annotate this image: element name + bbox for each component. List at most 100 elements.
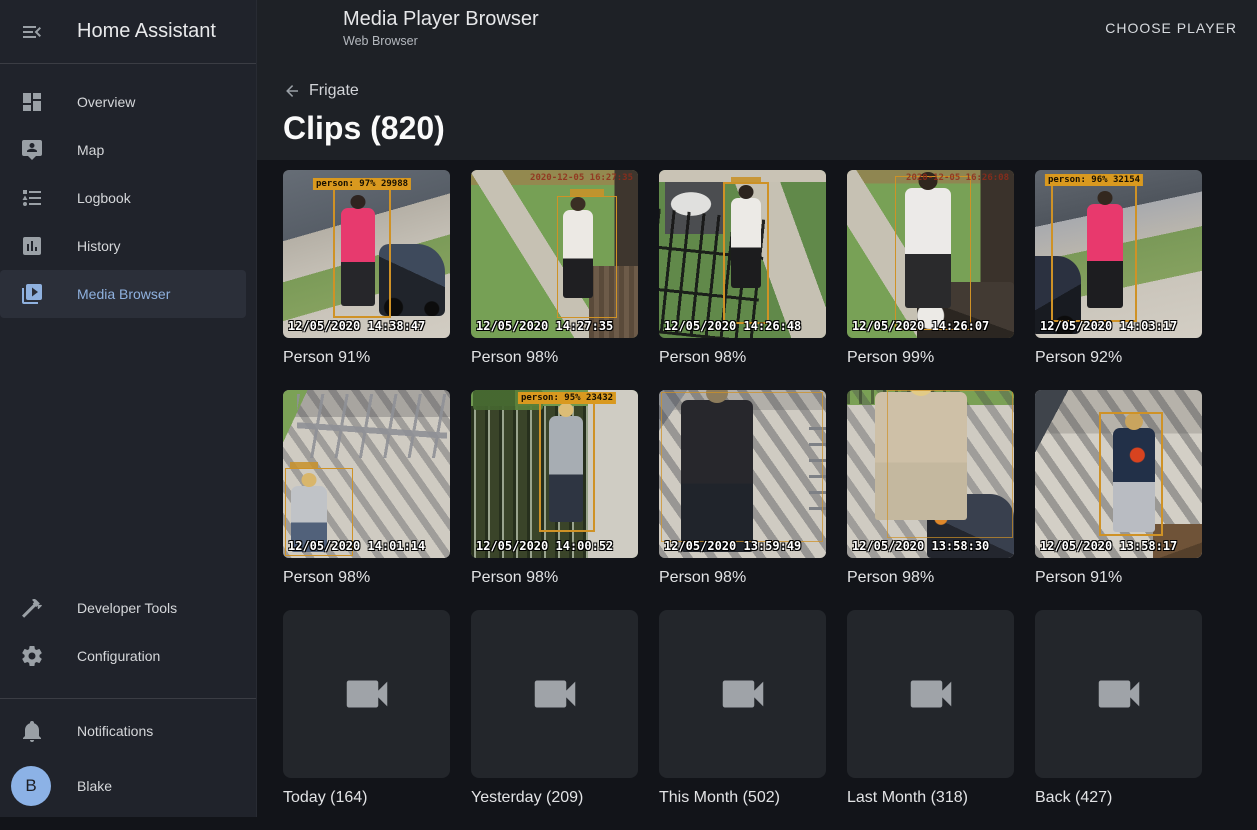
folder-tile — [847, 610, 1014, 778]
folder-card-today[interactable]: Today (164) — [283, 610, 450, 808]
clip-timestamp: 12/05/2020 13:58:17 — [1040, 539, 1177, 553]
video-icon — [716, 667, 770, 721]
sidebar-item-notifications[interactable]: Notifications — [0, 707, 256, 755]
sidebar-item-configuration[interactable]: Configuration — [0, 632, 256, 680]
sidebar-item-label: Logbook — [77, 190, 131, 206]
detection-box — [895, 176, 971, 330]
sidebar-item-map[interactable]: Map — [0, 126, 256, 174]
clip-timestamp: 12/05/2020 14:00:52 — [476, 539, 613, 553]
clip-card[interactable]: person: 96% 32154 12/05/2020 14:03:17 Pe… — [1035, 170, 1202, 368]
clip-card[interactable]: 2020-12-05 16:26:08 12/05/2020 14:26:07 … — [847, 170, 1014, 368]
clip-timestamp: 12/05/2020 13:59:49 — [664, 539, 801, 553]
camera-snapshot: 12/05/2020 13:58:17 — [1035, 390, 1202, 558]
bell-icon — [20, 719, 44, 743]
folder-card-back[interactable]: Back (427) — [1035, 610, 1202, 808]
detection-box — [1099, 412, 1163, 536]
clip-thumbnail: 2020-12-05 16:26:08 12/05/2020 14:26:07 — [847, 170, 1014, 338]
view-title: Media Player Browser — [343, 8, 539, 31]
detection-label: person: 97% 29988 — [313, 178, 411, 190]
clip-card[interactable]: 12/05/2020 14:01:14 Person 98% — [283, 390, 450, 588]
camera-snapshot: person: 95% 23432 12/05/2020 14:00:52 — [471, 390, 638, 558]
view-subtitle: Web Browser — [343, 34, 539, 48]
detection-label: person: 95% 23432 — [518, 392, 616, 404]
camera-snapshot: 2020-12-05 16:26:08 12/05/2020 14:26:07 — [847, 170, 1014, 338]
clip-label: Person 98% — [659, 568, 826, 588]
folders-grid: Today (164) Yesterday (209) This Month (… — [283, 610, 1231, 830]
folder-tile — [1035, 610, 1202, 778]
camera-snapshot: 12/05/2020 13:58:30 — [847, 390, 1014, 558]
clips-content: person: 97% 29988 12/05/2020 14:38:47 Pe… — [257, 160, 1257, 830]
clip-card[interactable]: person: 95% 23432 12/05/2020 14:00:52 Pe… — [471, 390, 638, 588]
corner-timestamp: 2020-12-05 16:27:35 — [530, 173, 633, 183]
avatar: B — [11, 766, 51, 806]
main-content: Media Player Browser Web Browser CHOOSE … — [257, 0, 1257, 817]
page-header-band: Media Player Browser Web Browser CHOOSE … — [257, 0, 1257, 160]
app-title: Home Assistant — [77, 20, 216, 43]
clip-card[interactable]: 12/05/2020 13:58:30 Person 98% — [847, 390, 1014, 588]
clip-thumbnail: 12/05/2020 14:26:48 — [659, 170, 826, 338]
clip-card[interactable]: 12/05/2020 13:58:17 Person 91% — [1035, 390, 1202, 588]
clip-label: Person 99% — [847, 348, 1014, 368]
sidebar-item-label: History — [77, 238, 121, 254]
sidebar-item-label: Developer Tools — [77, 600, 177, 616]
sidebar-item-history[interactable]: History — [0, 222, 256, 270]
folder-label: Back (427) — [1035, 788, 1202, 808]
video-icon — [1092, 667, 1146, 721]
detection-box — [661, 392, 823, 542]
detection-box: person: 96% 32154 — [1051, 184, 1137, 322]
scene-prop — [297, 394, 447, 458]
clip-label: Person 92% — [1035, 348, 1202, 368]
detection-box: person: 97% 29988 — [333, 188, 391, 318]
arrow-left-icon — [283, 82, 301, 100]
sidebar-user[interactable]: B Blake — [0, 755, 256, 817]
clip-thumbnail: 12/05/2020 13:58:30 — [847, 390, 1014, 558]
menu-open-icon[interactable] — [20, 20, 44, 44]
clip-card[interactable]: person: 97% 29988 12/05/2020 14:38:47 Pe… — [283, 170, 450, 368]
clip-card[interactable]: 2020-12-05 16:27:35 12/05/2020 14:27:35 … — [471, 170, 638, 368]
chart-box-icon — [20, 234, 44, 258]
corner-timestamp: 2020-12-05 16:26:08 — [906, 173, 1009, 183]
clip-thumbnail: 2020-12-05 16:27:35 12/05/2020 14:27:35 — [471, 170, 638, 338]
sidebar-item-label: Notifications — [77, 723, 153, 739]
folder-tile — [471, 610, 638, 778]
detection-label: person: 96% 32154 — [1045, 174, 1143, 186]
camera-snapshot: 12/05/2020 14:26:48 — [659, 170, 826, 338]
sidebar-item-logbook[interactable]: Logbook — [0, 174, 256, 222]
clips-grid: person: 97% 29988 12/05/2020 14:38:47 Pe… — [283, 170, 1231, 610]
clip-card[interactable]: 12/05/2020 14:26:48 Person 98% — [659, 170, 826, 368]
clip-timestamp: 12/05/2020 13:58:30 — [852, 539, 989, 553]
clip-thumbnail: 12/05/2020 13:59:49 — [659, 390, 826, 558]
view-dashboard-icon — [20, 90, 44, 114]
clip-label: Person 98% — [283, 568, 450, 588]
clip-timestamp: 12/05/2020 14:03:17 — [1040, 319, 1177, 333]
gear-icon — [20, 644, 44, 668]
sidebar-item-label: Media Browser — [77, 286, 170, 302]
clip-label: Person 98% — [471, 348, 638, 368]
sidebar-item-developer-tools[interactable]: Developer Tools — [0, 584, 256, 632]
sidebar-item-label: Map — [77, 142, 104, 158]
clip-timestamp: 12/05/2020 14:01:14 — [288, 539, 425, 553]
sidebar-item-media-browser[interactable]: Media Browser — [0, 270, 246, 318]
choose-player-button[interactable]: CHOOSE PLAYER — [1105, 20, 1237, 36]
sidebar-item-overview[interactable]: Overview — [0, 78, 256, 126]
folder-card-last-month[interactable]: Last Month (318) — [847, 610, 1014, 808]
folder-card-this-month[interactable]: This Month (502) — [659, 610, 826, 808]
clip-label: Person 98% — [659, 348, 826, 368]
clip-thumbnail: 12/05/2020 14:01:14 — [283, 390, 450, 558]
folder-card-yesterday[interactable]: Yesterday (209) — [471, 610, 638, 808]
camera-snapshot: 12/05/2020 14:01:14 — [283, 390, 450, 558]
breadcrumb-back[interactable]: Frigate — [283, 82, 359, 100]
folder-label: Yesterday (209) — [471, 788, 638, 808]
camera-snapshot: person: 97% 29988 12/05/2020 14:38:47 — [283, 170, 450, 338]
sidebar: Home Assistant Overview Map Logbook Hist… — [0, 0, 257, 817]
folder-label: Last Month (318) — [847, 788, 1014, 808]
folder-label: Today (164) — [283, 788, 450, 808]
folder-tile — [283, 610, 450, 778]
play-box-multiple-icon — [20, 282, 44, 306]
detection-box: person: 95% 23432 — [539, 402, 595, 532]
detection-box — [723, 182, 769, 324]
user-name: Blake — [77, 778, 112, 794]
clip-thumbnail: person: 97% 29988 12/05/2020 14:38:47 — [283, 170, 450, 338]
clip-card[interactable]: 12/05/2020 13:59:49 Person 98% — [659, 390, 826, 588]
app-bar: Media Player Browser Web Browser CHOOSE … — [257, 0, 1257, 64]
